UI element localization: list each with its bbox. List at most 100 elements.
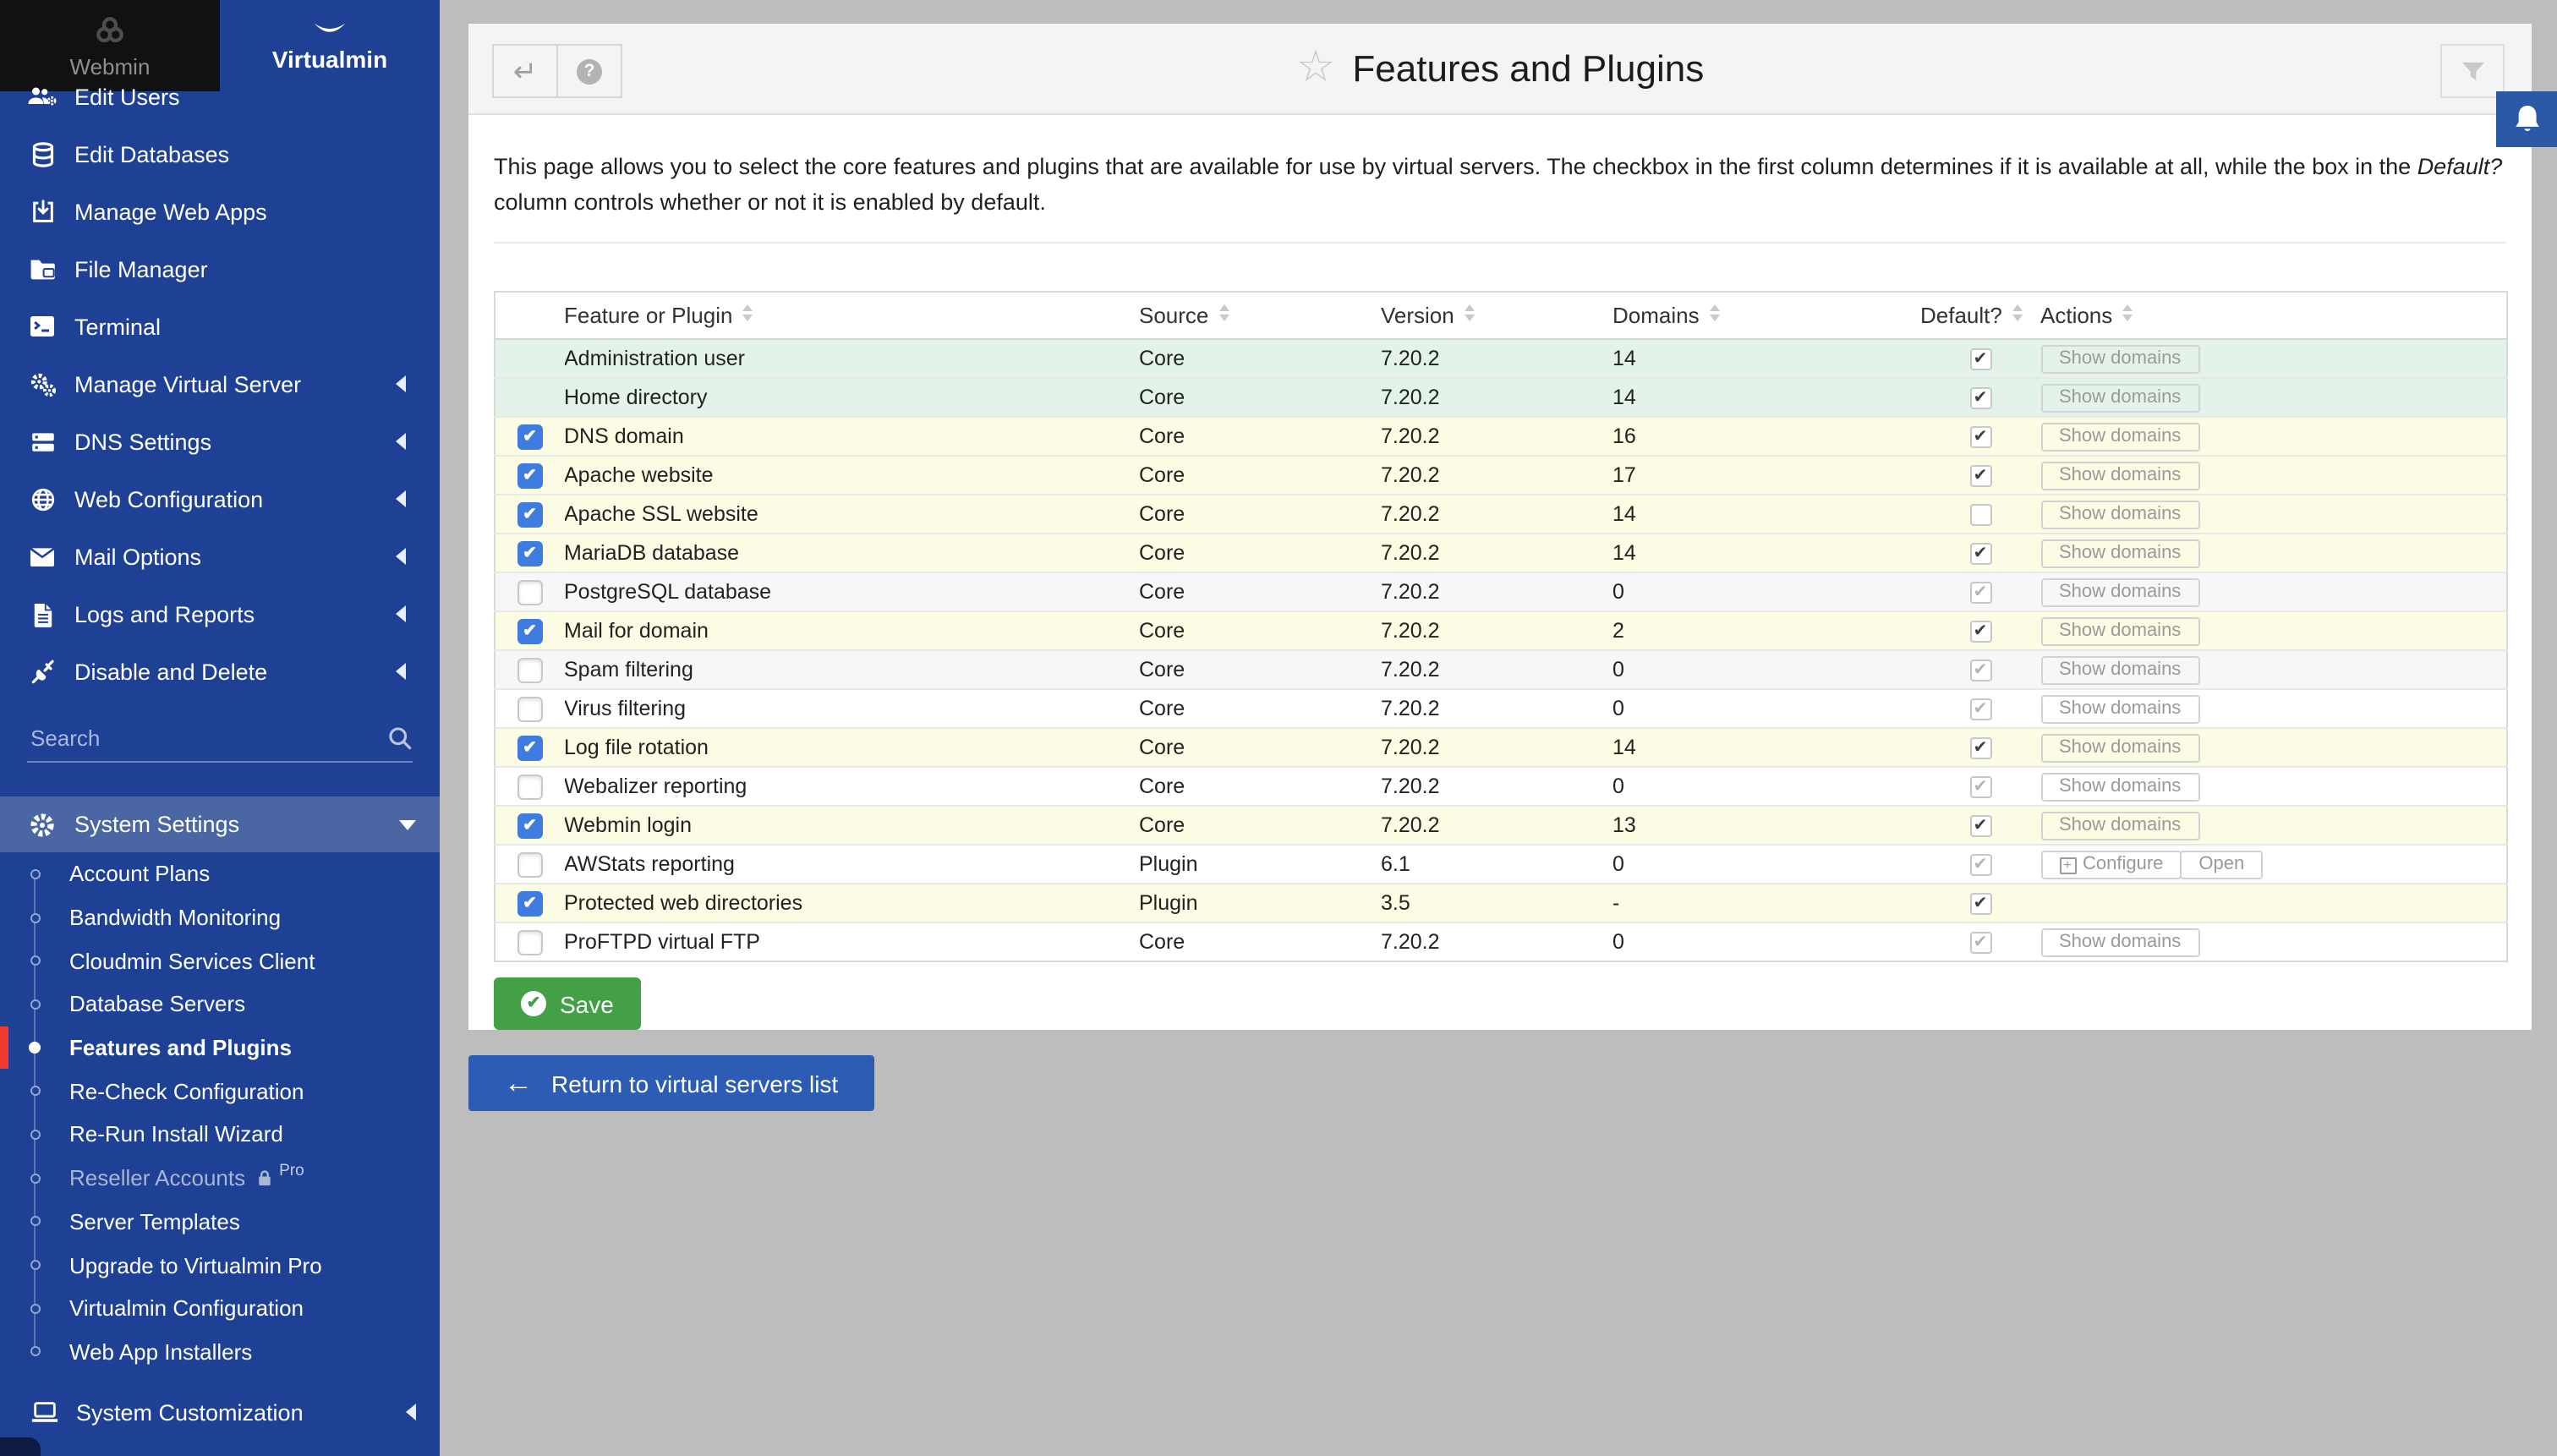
cell-version: 7.20.2	[1381, 572, 1612, 611]
sidebar-item-file-manager[interactable]: File Manager	[0, 240, 440, 298]
feature-checkbox[interactable]	[517, 657, 543, 682]
sidebar-item-manage-web-apps[interactable]: Manage Web Apps	[0, 183, 440, 240]
column-header-default[interactable]: Default?	[1920, 292, 2040, 339]
sidebar-subitem-re-run-install-wizard[interactable]: Re-Run Install Wizard	[0, 1113, 440, 1156]
cell-feature: Administration user	[564, 339, 1139, 378]
feature-checkbox[interactable]: ✔	[517, 735, 543, 760]
sort-icon[interactable]	[2122, 304, 2133, 321]
filter-button[interactable]	[2440, 44, 2505, 98]
column-header-version[interactable]: Version	[1381, 292, 1612, 339]
show-domains-button[interactable]: Show domains	[2040, 694, 2199, 723]
sidebar-item-disable-and-delete[interactable]: Disable and Delete	[0, 643, 440, 700]
default-checkbox[interactable]: ✔	[1969, 582, 1991, 604]
show-domains-button[interactable]: Show domains	[2040, 772, 2199, 801]
sort-icon[interactable]	[1218, 304, 1229, 321]
sidebar-subitem-server-templates[interactable]: Server Templates	[0, 1200, 440, 1243]
sidebar-subitem-cloudmin-services-client[interactable]: Cloudmin Services Client	[0, 939, 440, 983]
show-domains-button[interactable]: Show domains	[2040, 733, 2199, 762]
default-checkbox[interactable]	[1969, 504, 1991, 526]
default-checkbox[interactable]: ✔	[1969, 854, 1991, 876]
sidebar-subitem-virtualmin-configuration[interactable]: Virtualmin Configuration	[0, 1287, 440, 1330]
notifications-button[interactable]	[2496, 91, 2557, 147]
sidebar-item-terminal[interactable]: Terminal	[0, 298, 440, 355]
sidebar-section-system-settings[interactable]: System Settings	[0, 796, 440, 852]
feature-checkbox[interactable]: ✔	[517, 463, 543, 488]
sidebar-subitem-features-and-plugins[interactable]: Features and Plugins	[0, 1026, 440, 1070]
show-domains-button[interactable]: Show domains	[2040, 461, 2199, 490]
column-header-source[interactable]: Source	[1139, 292, 1381, 339]
show-domains-button[interactable]: Show domains	[2040, 577, 2199, 606]
sidebar-subitem-web-app-installers[interactable]: Web App Installers	[0, 1330, 440, 1373]
column-header-actions[interactable]: Actions	[2040, 292, 2507, 339]
sidebar-item-edit-databases[interactable]: Edit Databases	[0, 125, 440, 183]
sort-icon[interactable]	[1710, 304, 1720, 321]
show-domains-button[interactable]: Show domains	[2040, 422, 2199, 451]
star-icon[interactable]: ☆	[1296, 44, 1336, 88]
default-checkbox[interactable]: ✔	[1969, 660, 1991, 681]
sidebar-subitem-reseller-accounts[interactable]: Reseller AccountsPro	[0, 1157, 440, 1200]
cell-domains: 14	[1612, 728, 1920, 767]
sort-icon[interactable]	[742, 304, 753, 321]
default-checkbox[interactable]: ✔	[1969, 815, 1991, 837]
default-checkbox[interactable]: ✔	[1969, 426, 1991, 448]
show-domains-button[interactable]: Show domains	[2040, 539, 2199, 567]
feature-checkbox[interactable]	[517, 929, 543, 955]
sidebar-item-label: System Customization	[76, 1399, 304, 1425]
show-domains-button[interactable]: Show domains	[2040, 344, 2199, 373]
sidebar-item-web-configuration[interactable]: Web Configuration	[0, 470, 440, 528]
default-checkbox[interactable]: ✔	[1969, 465, 1991, 487]
column-header-feature-or-plugin[interactable]: Feature or Plugin	[564, 292, 1139, 339]
sidebar-item-label: Disable and Delete	[74, 659, 267, 684]
sidebar-item-logs-and-reports[interactable]: Logs and Reports	[0, 585, 440, 643]
default-checkbox[interactable]: ✔	[1969, 737, 1991, 759]
open-button[interactable]: Open	[2180, 850, 2263, 879]
screen: WebminVirtualmin Edit UsersEdit Database…	[0, 0, 2557, 1456]
globe-icon	[27, 486, 57, 512]
show-domains-button[interactable]: Show domains	[2040, 928, 2199, 956]
sidebar-item-system-customization[interactable]: System Customization	[0, 1387, 440, 1437]
default-checkbox[interactable]: ✔	[1969, 621, 1991, 643]
return-to-servers-button[interactable]: ← Return to virtual servers list	[468, 1055, 873, 1111]
default-checkbox[interactable]: ✔	[1969, 348, 1991, 370]
feature-checkbox[interactable]: ✔	[517, 424, 543, 449]
sidebar-item-manage-virtual-server[interactable]: Manage Virtual Server	[0, 355, 440, 413]
feature-checkbox[interactable]	[517, 579, 543, 605]
default-checkbox[interactable]: ✔	[1969, 776, 1991, 798]
sidebar-item-edit-users[interactable]: Edit Users	[0, 68, 440, 125]
bullet-icon	[30, 999, 40, 1010]
feature-checkbox[interactable]: ✔	[517, 540, 543, 566]
feature-checkbox[interactable]: ✔	[517, 618, 543, 643]
save-button[interactable]: ✔ Save	[494, 977, 641, 1030]
sidebar-subitem-upgrade-to-virtualmin-pro[interactable]: Upgrade to Virtualmin Pro	[0, 1243, 440, 1286]
sidebar-subitem-re-check-configuration[interactable]: Re-Check Configuration	[0, 1070, 440, 1113]
configure-button[interactable]: +Configure	[2040, 850, 2182, 879]
sidebar-subitem-database-servers[interactable]: Database Servers	[0, 983, 440, 1026]
sort-icon[interactable]	[1465, 304, 1475, 321]
feature-checkbox[interactable]: ✔	[517, 813, 543, 838]
sidebar-item-dns-settings[interactable]: DNS Settings	[0, 413, 440, 470]
default-checkbox[interactable]: ✔	[1969, 387, 1991, 409]
feature-checkbox[interactable]	[517, 851, 543, 877]
sidebar-subitem-account-plans[interactable]: Account Plans	[0, 852, 440, 895]
show-domains-button[interactable]: Show domains	[2040, 811, 2199, 840]
column-header-domains[interactable]: Domains	[1612, 292, 1920, 339]
sort-icon[interactable]	[2012, 304, 2023, 321]
feature-checkbox[interactable]: ✔	[517, 890, 543, 916]
feature-checkbox[interactable]	[517, 696, 543, 721]
sidebar-item-mail-options[interactable]: Mail Options	[0, 528, 440, 585]
default-checkbox[interactable]: ✔	[1969, 932, 1991, 954]
search-icon[interactable]	[387, 725, 413, 751]
cell-domains: 14	[1612, 339, 1920, 378]
show-domains-button[interactable]: Show domains	[2040, 383, 2199, 412]
search-input[interactable]	[27, 724, 387, 753]
cell-actions: Show domains	[2040, 378, 2507, 417]
feature-checkbox[interactable]	[517, 774, 543, 799]
show-domains-button[interactable]: Show domains	[2040, 616, 2199, 645]
feature-checkbox[interactable]: ✔	[517, 501, 543, 527]
default-checkbox[interactable]: ✔	[1969, 893, 1991, 915]
default-checkbox[interactable]: ✔	[1969, 543, 1991, 565]
sidebar-subitem-bandwidth-monitoring[interactable]: Bandwidth Monitoring	[0, 895, 440, 939]
default-checkbox[interactable]: ✔	[1969, 698, 1991, 720]
show-domains-button[interactable]: Show domains	[2040, 500, 2199, 528]
show-domains-button[interactable]: Show domains	[2040, 655, 2199, 684]
